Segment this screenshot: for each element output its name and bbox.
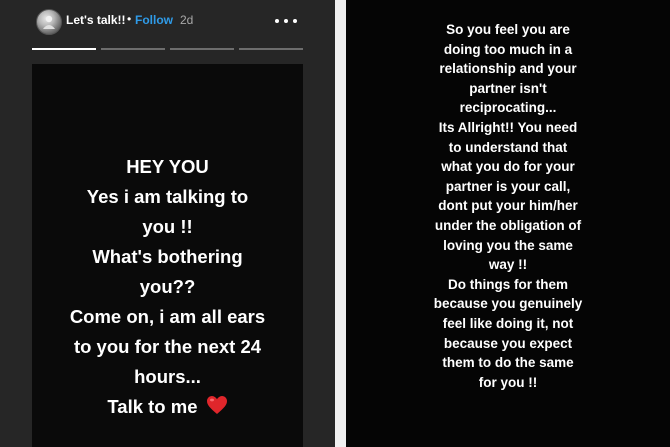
progress-segment — [239, 48, 303, 50]
story-line: way !! — [488, 257, 528, 273]
story-line: hours... — [134, 366, 201, 387]
story-line: Yes i am talking to — [86, 186, 249, 207]
story-line: because you genuinely — [433, 296, 583, 312]
more-horizontal-icon — [284, 19, 288, 23]
more-horizontal-icon — [293, 19, 297, 23]
story-viewer-left: Let's talk!! • Follow 2d HEY YOU Yes i a… — [0, 0, 335, 447]
panel-divider — [335, 0, 346, 447]
story-line: doing too much in a — [443, 41, 573, 57]
post-time: 2d — [180, 13, 194, 27]
follow-button[interactable]: Follow — [135, 13, 173, 27]
story-line: you?? — [139, 276, 196, 297]
story-text: HEY YOU Yes i am talking to you !! What'… — [32, 152, 303, 422]
avatar[interactable] — [36, 9, 62, 35]
story-line: because you expect — [443, 335, 573, 351]
story-line: partner isn't — [469, 80, 547, 96]
story-line: what you do for your — [441, 159, 575, 175]
story-line: loving you the same — [443, 237, 573, 253]
story-line: you !! — [142, 216, 193, 237]
story-line: Come on, i am all ears — [69, 306, 266, 327]
story-line: HEY YOU — [126, 156, 209, 177]
story-viewer-right[interactable]: So you feel you are doing too much in a … — [346, 0, 670, 447]
story-line: dont put your him/her — [438, 198, 578, 214]
story-line: So you feel you are — [446, 22, 570, 37]
more-options-button[interactable] — [273, 12, 299, 30]
story-line: Do things for them — [448, 276, 568, 292]
story-line: Talk to me — [107, 396, 198, 417]
story-line: under the obligation of — [434, 217, 582, 233]
heart-icon — [206, 396, 227, 414]
story-line: to you for the next 24 — [73, 336, 262, 357]
story-line: for you !! — [478, 374, 538, 390]
username[interactable]: Let's talk!! — [66, 13, 126, 27]
story-line: What's bothering — [92, 246, 243, 267]
story-line: partner is your call, — [445, 178, 571, 194]
story-card[interactable]: HEY YOU Yes i am talking to you !! What'… — [32, 64, 303, 447]
story-line: them to do the same — [442, 355, 574, 371]
story-line-last: Talk to me — [32, 392, 303, 422]
progress-segment — [32, 48, 96, 50]
story-line: feel like doing it, not — [442, 315, 574, 331]
story-line: reciprocating... — [459, 100, 557, 116]
more-horizontal-icon — [275, 19, 279, 23]
progress-segment — [170, 48, 234, 50]
separator-dot: • — [127, 12, 132, 26]
story-line: Its Allright!! You need — [438, 119, 578, 135]
story-line: relationship and your — [439, 61, 577, 77]
story-header: Let's talk!! • Follow 2d — [0, 0, 335, 46]
profile-avatar-icon — [43, 15, 55, 29]
story-text: So you feel you are doing too much in a … — [346, 20, 670, 392]
story-progress — [32, 48, 303, 50]
progress-segment — [101, 48, 165, 50]
story-line: to understand that — [448, 139, 568, 155]
